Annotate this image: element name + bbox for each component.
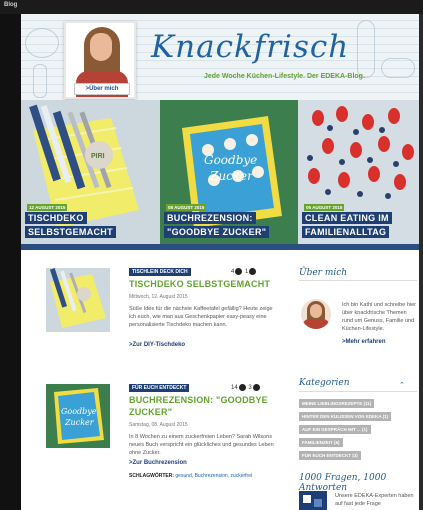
tags-label: SCHLAGWÖRTER:	[129, 473, 174, 479]
featured-title-line2: SELBSTGEMACHT	[25, 226, 116, 238]
read-more-link[interactable]: >Zur Buchrezension	[129, 460, 187, 466]
book-cover-thumb: Goodbye Zucker	[46, 384, 110, 448]
post-thumbnail[interactable]: Goodbye Zucker	[46, 384, 110, 448]
questions-heading: 1000 Fragen, 1000 Antworten	[299, 473, 387, 493]
heart-icon[interactable]	[238, 384, 246, 391]
decor-sketch-pan	[25, 28, 59, 58]
post-category[interactable]: FÜR EUCH ENTDECKT	[129, 384, 190, 392]
featured-post-2[interactable]: Goodbye Zucker 08 AUGUST 2015 BUCHREZENS…	[160, 100, 298, 244]
featured-date: 08 AUGUST 2015	[166, 204, 207, 211]
svg-text:Goodbye: Goodbye	[61, 407, 97, 416]
post-date: Mittwoch, 12. August 2015	[129, 294, 188, 300]
featured-post-3[interactable]: 05 AUGUST 2015 CLEAN EATING IM FAMILIENA…	[298, 100, 419, 244]
about-text: Ich bin Kathi und schreibe hier über kna…	[342, 302, 416, 332]
post-title[interactable]: TISCHDEKO SELBSTGEMACHT	[129, 278, 289, 290]
sidebar-divider	[299, 280, 417, 281]
featured-title-line1: BUCHREZENSION:	[164, 212, 256, 224]
chevron-up-icon[interactable]: ⌃	[399, 381, 405, 389]
comment-icon[interactable]	[252, 384, 260, 391]
blog-tagline: Jede Woche Küchen-Lifestyle. Der EDEKA-B…	[204, 73, 365, 80]
window-title: Blog	[4, 2, 18, 8]
svg-text:Zucker: Zucker	[64, 418, 95, 427]
comment-icon[interactable]	[249, 268, 257, 275]
post-category[interactable]: TISCHLEIN DECK DICH	[129, 268, 191, 276]
category-chip[interactable]: FAMILIENZEIT (6)	[299, 438, 343, 447]
window-titlebar: Blog	[0, 0, 423, 14]
post-title[interactable]: BUCHREZENSION: "GOODBYE ZUCKER"	[129, 394, 269, 418]
featured-title-line1: CLEAN EATING IM	[302, 212, 392, 224]
category-chip[interactable]: AUF EIN GESPRÄCH MIT ... (1)	[299, 425, 371, 434]
featured-title-line2: "GOODBYE ZUCKER"	[164, 226, 270, 238]
featured-title-line1: TISCHDEKO	[25, 212, 87, 224]
svg-text:Zucker: Zucker	[209, 169, 254, 183]
decor-sketch-bread	[381, 58, 415, 78]
featured-title-line2: FAMILIENALLTAG	[302, 226, 390, 238]
sidebar-divider	[299, 391, 417, 392]
likes-count: 4	[231, 269, 235, 276]
decor-sketch-whisk	[357, 20, 375, 78]
comments-count: 3	[248, 385, 252, 392]
category-chip[interactable]: MEINE LIEBLINGSREZEPTE (11)	[299, 399, 375, 408]
read-more-link[interactable]: >Zur DIY-Tischdeko	[129, 342, 185, 348]
blog-header: >Über mich Knackfrisch Jede Woche Küchen…	[21, 14, 419, 100]
featured-posts: PIRI 12 AUGUST 2015 TISCHDEKO SELBSTGEMA…	[21, 100, 419, 244]
about-me-button[interactable]: >Über mich	[74, 83, 130, 95]
svg-text:PIRI: PIRI	[91, 153, 105, 160]
window-edge	[419, 14, 423, 510]
about-more-link[interactable]: >Mehr erfahren	[342, 339, 386, 345]
section-divider-bar	[21, 244, 419, 250]
heart-icon[interactable]	[235, 268, 243, 275]
post-counts: 4 1	[231, 268, 257, 275]
blog-logo[interactable]: Knackfrisch	[151, 29, 349, 65]
post-tags: SCHLAGWÖRTER: gesund, Buchrezension, zuc…	[129, 473, 252, 479]
napkin-cutlery-thumb	[46, 268, 110, 332]
decor-sketch-bottle	[33, 64, 47, 98]
post-excerpt: In 8 Wochen zu einem zuckerfreien Leben?…	[129, 434, 274, 456]
post-thumbnail[interactable]	[46, 268, 110, 332]
likes-count: 14	[231, 385, 238, 392]
featured-date: 12 AUGUST 2015	[27, 204, 68, 211]
about-avatar	[301, 299, 331, 329]
post-counts: 14 3	[231, 384, 261, 391]
category-chip[interactable]: FÜR EUCH ENTDECKT (3)	[299, 451, 361, 460]
featured-post-1[interactable]: PIRI 12 AUGUST 2015 TISCHDEKO SELBSTGEMA…	[21, 100, 160, 244]
tags-list[interactable]: gesund, Buchrezension, zuckerfrei	[175, 473, 252, 479]
svg-text:Goodbye: Goodbye	[204, 153, 257, 167]
questions-icon	[299, 491, 327, 510]
categories-heading: Kategorien	[299, 378, 350, 388]
about-heading: Über mich	[299, 268, 348, 278]
profile-photo: >Über mich	[64, 21, 136, 99]
post-excerpt: Süße Idee für die nächste Kaffeetafel ge…	[129, 306, 273, 328]
category-chip[interactable]: HINTER DEN KULISSEN VON EDEKA (1)	[299, 412, 392, 421]
questions-text: Unsere EDEKA-Experten haben auf fast jed…	[335, 493, 414, 507]
blog-page: >Über mich Knackfrisch Jede Woche Küchen…	[21, 14, 419, 510]
featured-date: 05 AUGUST 2015	[304, 204, 345, 211]
comments-count: 1	[245, 269, 249, 276]
post-date: Samstag, 08. August 2015	[129, 422, 188, 428]
